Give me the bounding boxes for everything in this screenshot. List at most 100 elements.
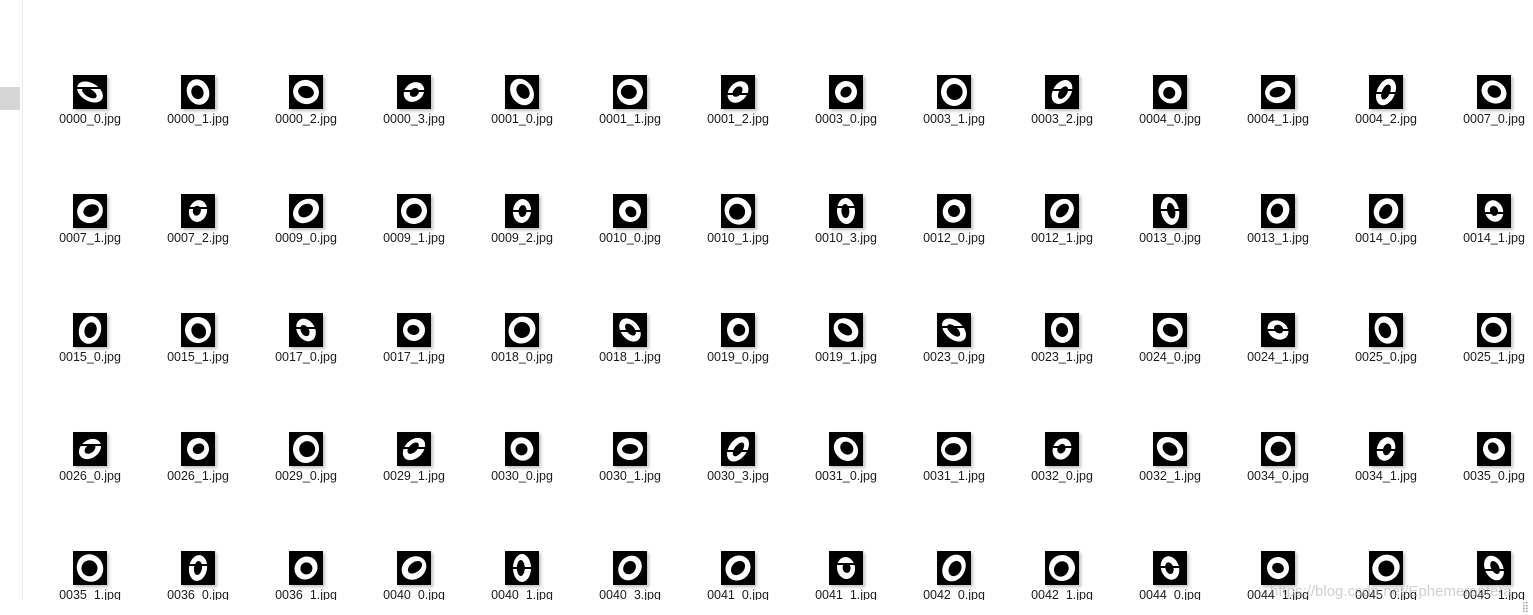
file-item[interactable]: 0014_0.jpg [1332, 119, 1440, 245]
file-item[interactable]: 0017_1.jpg [360, 238, 468, 364]
file-item[interactable]: 0003_1.jpg [900, 0, 1008, 126]
file-item[interactable]: 0012_0.jpg [900, 119, 1008, 245]
thumbnail-graphic [1481, 317, 1507, 343]
file-item[interactable]: 0004_2.jpg [1332, 0, 1440, 126]
digit-zero-thumbnail-icon [73, 432, 107, 466]
digit-zero-thumbnail-icon [1261, 75, 1295, 109]
thumbnail-graphic [829, 198, 863, 224]
file-item[interactable]: 0034_0.jpg [1224, 357, 1332, 483]
file-item[interactable]: 0000_3.jpg [360, 0, 468, 126]
file-item[interactable]: 0003_0.jpg [792, 0, 900, 126]
digit-zero-thumbnail-icon [1045, 313, 1079, 347]
digit-zero-thumbnail-icon [829, 75, 863, 109]
file-item[interactable]: 0000_0.jpg [36, 0, 144, 126]
file-item[interactable]: 0030_1.jpg [576, 357, 684, 483]
file-item[interactable]: 0044_0.jpg [1116, 476, 1224, 600]
file-item[interactable]: 0040_3.jpg [576, 476, 684, 600]
file-item[interactable]: 0023_1.jpg [1008, 238, 1116, 364]
file-item[interactable]: 0032_1.jpg [1116, 357, 1224, 483]
file-item[interactable]: 0023_0.jpg [900, 238, 1008, 364]
thumbnail-graphic [73, 438, 107, 460]
file-item[interactable]: 0019_0.jpg [684, 238, 792, 364]
file-item[interactable]: 0010_0.jpg [576, 119, 684, 245]
file-item[interactable]: 0000_1.jpg [144, 0, 252, 126]
resize-grip-icon[interactable]: ⣿ [1522, 602, 1529, 613]
file-name-label: 0042_1.jpg [1031, 588, 1093, 600]
file-item[interactable]: 0004_0.jpg [1116, 0, 1224, 126]
digit-zero-thumbnail-icon [937, 313, 971, 347]
thumbnail-graphic [181, 200, 215, 222]
file-item[interactable]: 0015_0.jpg [36, 238, 144, 364]
file-item[interactable]: 0018_1.jpg [576, 238, 684, 364]
file-item[interactable]: 0014_1.jpg [1440, 119, 1533, 245]
file-item[interactable]: 0041_1.jpg [792, 476, 900, 600]
navigation-pane-splitter[interactable] [0, 87, 20, 110]
file-item[interactable]: 0025_1.jpg [1440, 238, 1533, 364]
file-item[interactable]: 0010_3.jpg [792, 119, 900, 245]
file-item[interactable]: 0000_2.jpg [252, 0, 360, 126]
thumbnail-graphic [1267, 557, 1289, 579]
file-item[interactable]: 0031_0.jpg [792, 357, 900, 483]
file-item[interactable]: 0026_1.jpg [144, 357, 252, 483]
file-item[interactable]: 0045_0.jpg [1332, 476, 1440, 600]
file-item[interactable]: 0040_1.jpg [468, 476, 576, 600]
file-item[interactable]: 0030_0.jpg [468, 357, 576, 483]
file-item[interactable]: 0041_0.jpg [684, 476, 792, 600]
file-item[interactable]: 0004_1.jpg [1224, 0, 1332, 126]
file-item[interactable]: 0036_0.jpg [144, 476, 252, 600]
thumbnail-graphic [833, 318, 859, 342]
file-item[interactable]: 0018_0.jpg [468, 238, 576, 364]
file-item[interactable]: 0024_0.jpg [1116, 238, 1224, 364]
file-item[interactable]: 0031_1.jpg [900, 357, 1008, 483]
file-item[interactable]: 0030_3.jpg [684, 357, 792, 483]
file-item[interactable]: 0001_1.jpg [576, 0, 684, 126]
thumbnail-graphic [187, 438, 209, 460]
file-item[interactable]: 0029_1.jpg [360, 357, 468, 483]
file-item[interactable]: 0007_2.jpg [144, 119, 252, 245]
file-item[interactable]: 0015_1.jpg [144, 238, 252, 364]
file-item[interactable]: 0013_0.jpg [1116, 119, 1224, 245]
file-item[interactable]: 0024_1.jpg [1224, 238, 1332, 364]
thumbnail-graphic [1049, 555, 1075, 581]
digit-zero-thumbnail-icon [289, 75, 323, 109]
file-item[interactable]: 0026_0.jpg [36, 357, 144, 483]
file-item[interactable]: 0017_0.jpg [252, 238, 360, 364]
digit-zero-thumbnail-icon [829, 194, 863, 228]
thumbnail-graphic [403, 319, 425, 341]
digit-zero-thumbnail-icon [505, 194, 539, 228]
file-item[interactable]: 0042_1.jpg [1008, 476, 1116, 600]
file-item[interactable]: 0009_1.jpg [360, 119, 468, 245]
file-item[interactable]: 0001_2.jpg [684, 0, 792, 126]
file-item[interactable]: 0010_1.jpg [684, 119, 792, 245]
file-item[interactable]: 0012_1.jpg [1008, 119, 1116, 245]
thumbnail-graphic [401, 556, 427, 580]
file-item[interactable]: 0034_1.jpg [1332, 357, 1440, 483]
thumbnail-graphic [397, 82, 431, 102]
file-item[interactable]: 0044_1.jpg [1224, 476, 1332, 600]
file-item[interactable]: 0007_0.jpg [1440, 0, 1533, 126]
file-item[interactable]: 0009_2.jpg [468, 119, 576, 245]
file-item[interactable]: 0032_0.jpg [1008, 357, 1116, 483]
file-item[interactable]: 0001_0.jpg [468, 0, 576, 126]
digit-zero-thumbnail-icon [1477, 432, 1511, 466]
file-item[interactable]: 0029_0.jpg [252, 357, 360, 483]
thumbnail-graphic [510, 78, 534, 106]
file-item[interactable]: 0040_0.jpg [360, 476, 468, 600]
digit-zero-thumbnail-icon [73, 551, 107, 585]
thumbnail-graphic [181, 555, 215, 581]
thumbnail-graphic [78, 316, 102, 344]
file-item[interactable]: 0045_1.jpg [1440, 476, 1533, 600]
file-item[interactable]: 0025_0.jpg [1332, 238, 1440, 364]
file-item[interactable]: 0013_1.jpg [1224, 119, 1332, 245]
file-item[interactable]: 0003_2.jpg [1008, 0, 1116, 126]
digit-zero-thumbnail-icon [1153, 313, 1187, 347]
file-item[interactable]: 0007_1.jpg [36, 119, 144, 245]
digit-zero-thumbnail-icon [937, 194, 971, 228]
file-item[interactable]: 0019_1.jpg [792, 238, 900, 364]
file-item[interactable]: 0009_0.jpg [252, 119, 360, 245]
file-item[interactable]: 0035_1.jpg [36, 476, 144, 600]
thumbnail-graphic [835, 81, 857, 103]
file-item[interactable]: 0042_0.jpg [900, 476, 1008, 600]
file-item[interactable]: 0036_1.jpg [252, 476, 360, 600]
file-item[interactable]: 0035_0.jpg [1440, 357, 1533, 483]
